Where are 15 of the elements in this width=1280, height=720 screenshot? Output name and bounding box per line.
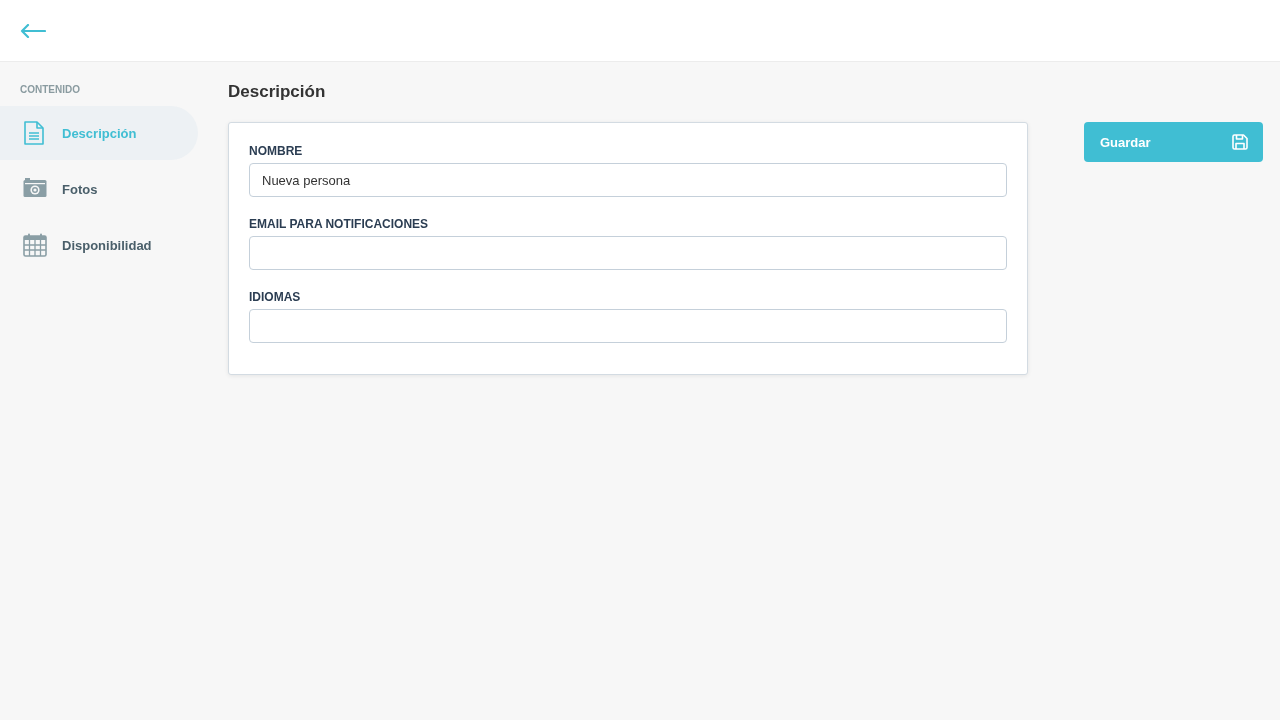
sidebar-item[interactable]: Disponibilidad	[0, 218, 198, 272]
field-label: NOMBRE	[249, 143, 303, 159]
floppy-disk-icon	[1232, 134, 1248, 150]
sidebar-item[interactable]: Fotos	[0, 162, 198, 216]
section-heading: CONTENIDO	[19, 84, 80, 96]
calendar-icon	[23, 233, 47, 257]
page-title: Descripción	[228, 81, 326, 103]
input-field[interactable]	[249, 236, 1007, 270]
input-field[interactable]	[249, 309, 1007, 343]
input-field[interactable]: Nueva persona	[249, 163, 1007, 197]
document-icon	[23, 121, 47, 145]
field-label: IDIOMAS	[249, 289, 301, 305]
field-label: EMAIL PARA NOTIFICACIONES	[249, 216, 429, 232]
back-button[interactable]	[18, 21, 48, 40]
back-arrow-icon	[20, 23, 46, 38]
